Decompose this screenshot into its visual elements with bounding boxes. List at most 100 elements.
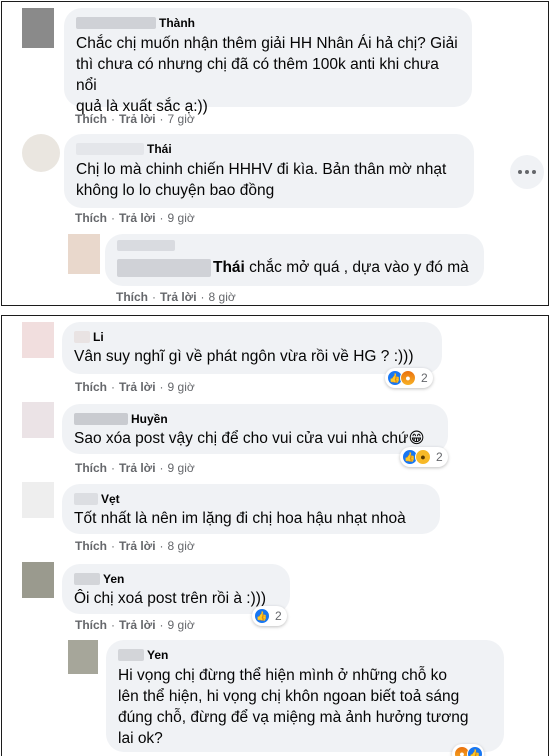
reply-link[interactable]: Trả lời (119, 539, 156, 553)
comment-text: Chắc chị muốn nhận thêm giải HH Nhân Ái … (76, 33, 460, 117)
separator: · (159, 461, 164, 475)
like-link[interactable]: Thích (75, 618, 107, 632)
reply-link[interactable]: Trả lời (119, 618, 156, 632)
comment-line: Chị lo mà chinh chiến HHHV đi kìa. Bản t… (76, 161, 447, 178)
comment-text: Tốt nhất là nên im lặng đi chị hoa hậu n… (74, 510, 406, 527)
comment-text: Vân suy nghĩ gì về phát ngôn vừa rồi về … (74, 348, 414, 365)
more-horizontal-icon[interactable] (510, 155, 544, 189)
commenter-name[interactable]: Huyền (131, 412, 168, 426)
avatar[interactable] (22, 134, 60, 172)
separator: · (111, 539, 115, 553)
timestamp[interactable]: 9 giờ (168, 211, 195, 225)
comment-text: Thái chắc mở quá , dựa vào y đó mà (117, 257, 472, 278)
avatar[interactable] (68, 640, 98, 674)
reaction-summary[interactable]: 👍 ● 2 (400, 447, 448, 467)
haha-reaction-icon: ● (415, 449, 431, 465)
reply-text: chắc mở quá , dựa vào y đó mà (244, 259, 469, 276)
avatar[interactable] (22, 8, 54, 48)
avatar[interactable] (22, 482, 54, 518)
reaction-summary[interactable]: 👍 2 (252, 606, 287, 626)
reply-link[interactable]: Trả lời (119, 112, 156, 126)
name-blur (74, 492, 98, 505)
reaction-count: 2 (275, 609, 282, 623)
reply-link[interactable]: Trả lời (119, 211, 156, 225)
name-blur (74, 330, 90, 343)
like-link[interactable]: Thích (116, 290, 148, 304)
comment-bubble: Thành Chắc chị muốn nhận thêm giải HH Nh… (64, 8, 472, 115)
reply-link[interactable]: Trả lời (119, 461, 156, 475)
reply-bubble: Yen Hi vọng chị đừng thể hiện mình ở nhữ… (106, 640, 504, 752)
reply-link[interactable]: Trả lời (160, 290, 197, 304)
timestamp[interactable]: 9 giờ (168, 618, 195, 632)
separator: · (159, 211, 164, 225)
timestamp[interactable]: 8 giờ (209, 290, 236, 304)
comment-bubble: Li Vân suy nghĩ gì về phát ngôn vừa rồi … (62, 322, 442, 374)
reaction-summary[interactable]: ● 👍 (452, 744, 484, 756)
bottom-comment-thread: Li Vân suy nghĩ gì về phát ngôn vừa rồi … (1, 315, 549, 756)
separator: · (111, 618, 115, 632)
comment-text: Ôi chị xoá post trên rồi à :))) (74, 590, 267, 607)
mention-link[interactable]: Thái (213, 257, 245, 278)
like-link[interactable]: Thích (75, 211, 107, 225)
mention-blur (117, 258, 211, 277)
reply-bubble: Thái chắc mở quá , dựa vào y đó mà (105, 234, 484, 286)
separator: · (152, 290, 156, 304)
comment-line: lên thể hiện, hi vọng chị khôn ngoan biế… (118, 688, 460, 705)
name-blur (74, 412, 128, 425)
comment-actions: Thích · Trả lời · 7 giờ (75, 112, 195, 126)
like-link[interactable]: Thích (75, 539, 107, 553)
avatar[interactable] (22, 322, 54, 358)
commenter-name[interactable]: Vẹt (101, 492, 120, 506)
separator: · (159, 618, 164, 632)
commenter-name[interactable]: Yen (147, 648, 168, 662)
commenter-name[interactable]: Thành (159, 16, 195, 30)
comment-text: Sao xóa post vậy chị để cho vui cửa vui … (74, 430, 425, 447)
reaction-count: 2 (436, 450, 443, 464)
comment-line: không lo lo chuyện bao đồng (76, 182, 275, 199)
separator: · (159, 539, 164, 553)
comment-line: lai ok? (118, 730, 163, 747)
comment-line: Chắc chị muốn nhận thêm giải HH Nhân Ái … (76, 35, 458, 52)
comment-bubble: Thái Chị lo mà chinh chiến HHHV đi kìa. … (64, 134, 474, 208)
name-blur (76, 142, 144, 155)
separator: · (159, 380, 164, 394)
commenter-name[interactable]: Li (93, 330, 104, 344)
name-blur (118, 648, 144, 661)
timestamp[interactable]: 7 giờ (168, 112, 195, 126)
comment-actions: Thích · Trả lời · 9 giờ (75, 211, 195, 225)
reaction-summary[interactable]: 👍 ● 2 (385, 368, 433, 388)
comment-actions: Thích · Trả lời · 8 giờ (75, 539, 195, 553)
comment-actions: Thích · Trả lời · 9 giờ (75, 380, 195, 394)
avatar[interactable] (68, 234, 100, 274)
comment-actions: Thích · Trả lời · 9 giờ (75, 461, 195, 475)
comment-line: đúng chỗ, đừng để vạ miệng mà ảnh hưởng … (118, 709, 469, 726)
like-link[interactable]: Thích (75, 112, 107, 126)
separator: · (111, 211, 115, 225)
like-reaction-icon: 👍 (254, 608, 270, 624)
comment-actions: Thích · Trả lời · 9 giờ (75, 618, 195, 632)
comment-line: Hi vọng chị đừng thể hiện mình ở những c… (118, 667, 448, 684)
comment-bubble: Vẹt Tốt nhất là nên im lặng đi chị hoa h… (62, 484, 440, 534)
timestamp[interactable]: 9 giờ (168, 380, 195, 394)
commenter-name[interactable]: Yen (103, 572, 124, 586)
comment-line: thì chưa có nhưng chị đã có thêm 100k an… (76, 56, 439, 94)
like-link[interactable]: Thích (75, 461, 107, 475)
separator: · (111, 380, 115, 394)
commenter-name[interactable]: Thái (147, 142, 172, 156)
avatar[interactable] (22, 402, 54, 438)
name-blur (117, 240, 175, 251)
like-link[interactable]: Thích (75, 380, 107, 394)
separator: · (200, 290, 205, 304)
separator: · (111, 112, 115, 126)
name-blur (74, 572, 100, 585)
avatar[interactable] (22, 562, 54, 598)
reply-link[interactable]: Trả lời (119, 380, 156, 394)
name-blur (76, 16, 156, 29)
comment-text: Chị lo mà chinh chiến HHHV đi kìa. Bản t… (76, 159, 462, 201)
like-reaction-icon: 👍 (467, 746, 483, 756)
top-comment-thread: Thành Chắc chị muốn nhận thêm giải HH Nh… (1, 1, 549, 306)
timestamp[interactable]: 8 giờ (168, 539, 195, 553)
timestamp[interactable]: 9 giờ (168, 461, 195, 475)
comment-actions: Thích · Trả lời · 8 giờ (116, 290, 236, 304)
reaction-count: 2 (421, 371, 428, 385)
